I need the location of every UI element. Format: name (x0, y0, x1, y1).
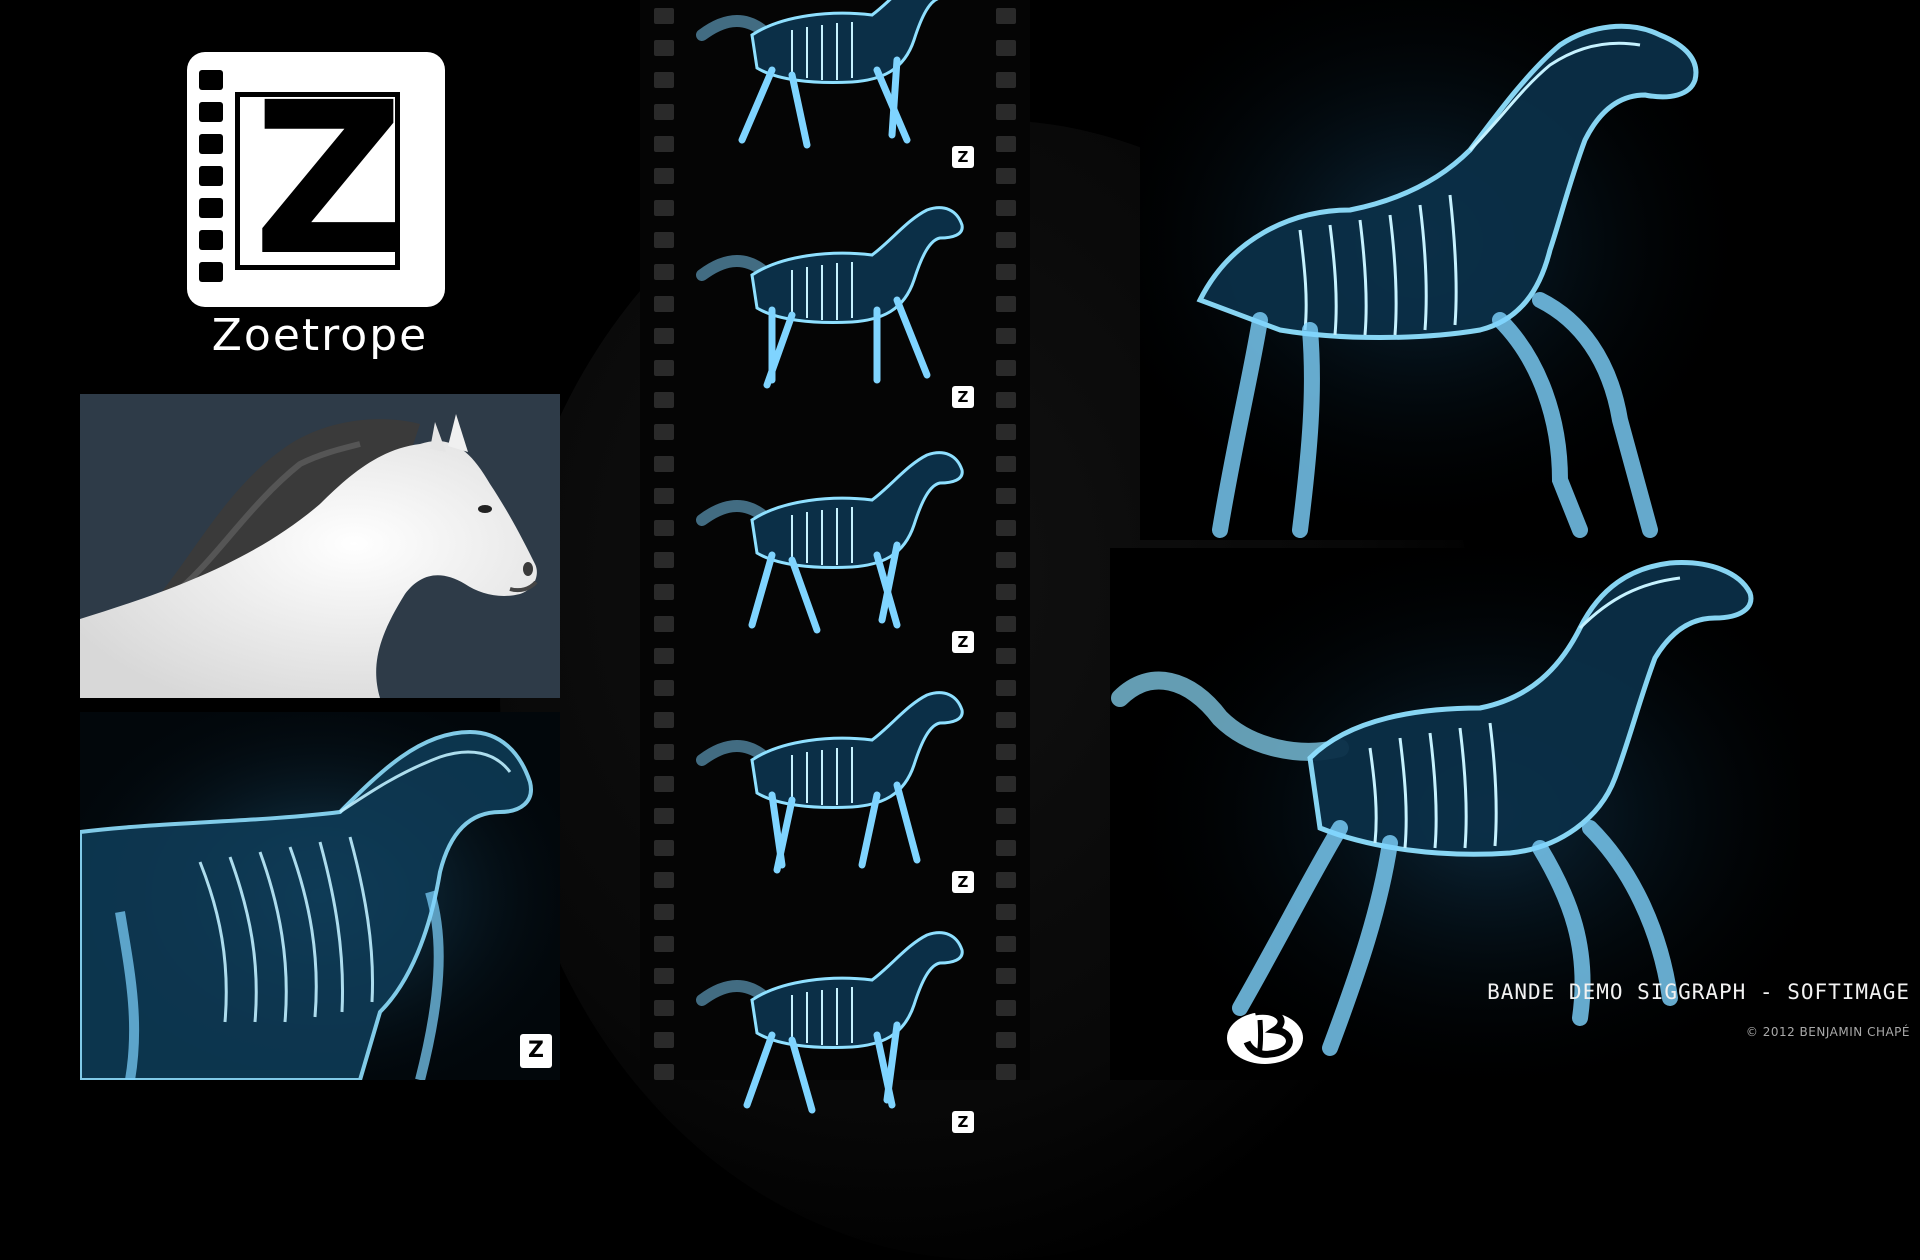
film-frame: Z (682, 0, 982, 176)
film-perforation (654, 648, 674, 664)
film-perforation (654, 776, 674, 792)
film-frame: Z (682, 180, 982, 416)
zoetrope-badge: Z (952, 871, 974, 893)
film-perforation (654, 520, 674, 536)
logo-z-glyph: Z (252, 57, 406, 302)
film-perforation (996, 968, 1016, 984)
film-perforation (654, 1032, 674, 1048)
film-frame: Z (682, 905, 982, 1141)
zoetrope-logo: Z (187, 52, 445, 307)
film-perforation (996, 72, 1016, 88)
film-perforation (996, 712, 1016, 728)
film-perforation (654, 296, 674, 312)
film-perforation (996, 136, 1016, 152)
film-perforation (996, 424, 1016, 440)
zoetrope-badge: Z (952, 386, 974, 408)
film-perforation (654, 264, 674, 280)
film-perforation (996, 104, 1016, 120)
film-perforation (654, 200, 674, 216)
film-perforation (996, 40, 1016, 56)
film-perforation (996, 616, 1016, 632)
demo-title: BANDE DEMO SIGGRAPH - SOFTIMAGE (1487, 980, 1910, 1004)
film-perforation (996, 200, 1016, 216)
film-perforation (996, 488, 1016, 504)
film-perforation (654, 104, 674, 120)
film-frame: Z (682, 425, 982, 661)
film-perforation (654, 1000, 674, 1016)
copyright-text: © 2012 BENJAMIN CHAPÉ (1745, 1025, 1910, 1039)
film-perforation (996, 936, 1016, 952)
film-perforation (654, 712, 674, 728)
film-perforation (996, 168, 1016, 184)
film-perforation (996, 680, 1016, 696)
skeleton-horse-large-top (1140, 0, 1760, 540)
film-perforation (996, 456, 1016, 472)
film-perforation (654, 872, 674, 888)
film-perforation (996, 552, 1016, 568)
film-perforation (996, 872, 1016, 888)
film-perforation (996, 520, 1016, 536)
zoetrope-badge: Z (952, 146, 974, 168)
film-perforation (654, 936, 674, 952)
film-perforation (654, 904, 674, 920)
film-perforation (654, 616, 674, 632)
white-horse-image (80, 394, 560, 698)
film-perforation (654, 360, 674, 376)
film-perforation (996, 648, 1016, 664)
film-perforation (996, 1064, 1016, 1080)
film-perforation (654, 840, 674, 856)
logo-wordmark: Zoetrope (211, 310, 429, 361)
signature-monogram (1227, 1007, 1303, 1064)
film-perforation (654, 40, 674, 56)
film-frame: Z (682, 665, 982, 901)
zoetrope-badge: Z (520, 1034, 552, 1068)
film-perforation (996, 904, 1016, 920)
film-perforation (654, 232, 674, 248)
film-perforation (996, 808, 1016, 824)
film-perforation (654, 424, 674, 440)
film-perforation (996, 8, 1016, 24)
film-perforation (654, 456, 674, 472)
film-perforation (996, 392, 1016, 408)
zoetrope-badge: Z (952, 1111, 974, 1133)
film-perforation (654, 392, 674, 408)
film-perforation (996, 584, 1016, 600)
film-perforation (996, 1032, 1016, 1048)
film-strip: Z Z Z Z Z (640, 0, 1030, 1133)
film-perforation (654, 584, 674, 600)
film-perforation (654, 136, 674, 152)
film-perforation (654, 744, 674, 760)
film-perforation (654, 72, 674, 88)
film-perforation (996, 776, 1016, 792)
film-perforation (996, 296, 1016, 312)
film-perforation (654, 488, 674, 504)
film-perforation (654, 328, 674, 344)
film-perforation (996, 1000, 1016, 1016)
skeleton-horse-closeup: Z (80, 712, 560, 1080)
film-perforation (654, 680, 674, 696)
film-perforation (654, 1064, 674, 1080)
film-perforation (654, 168, 674, 184)
film-perforation (654, 808, 674, 824)
zoetrope-badge: Z (952, 631, 974, 653)
film-perforation (996, 744, 1016, 760)
film-perforation (996, 264, 1016, 280)
film-perforation (654, 8, 674, 24)
film-perforation (654, 968, 674, 984)
film-perforation (654, 552, 674, 568)
film-perforation (996, 328, 1016, 344)
film-perforation (996, 232, 1016, 248)
film-perforation (996, 360, 1016, 376)
film-perforation (996, 840, 1016, 856)
